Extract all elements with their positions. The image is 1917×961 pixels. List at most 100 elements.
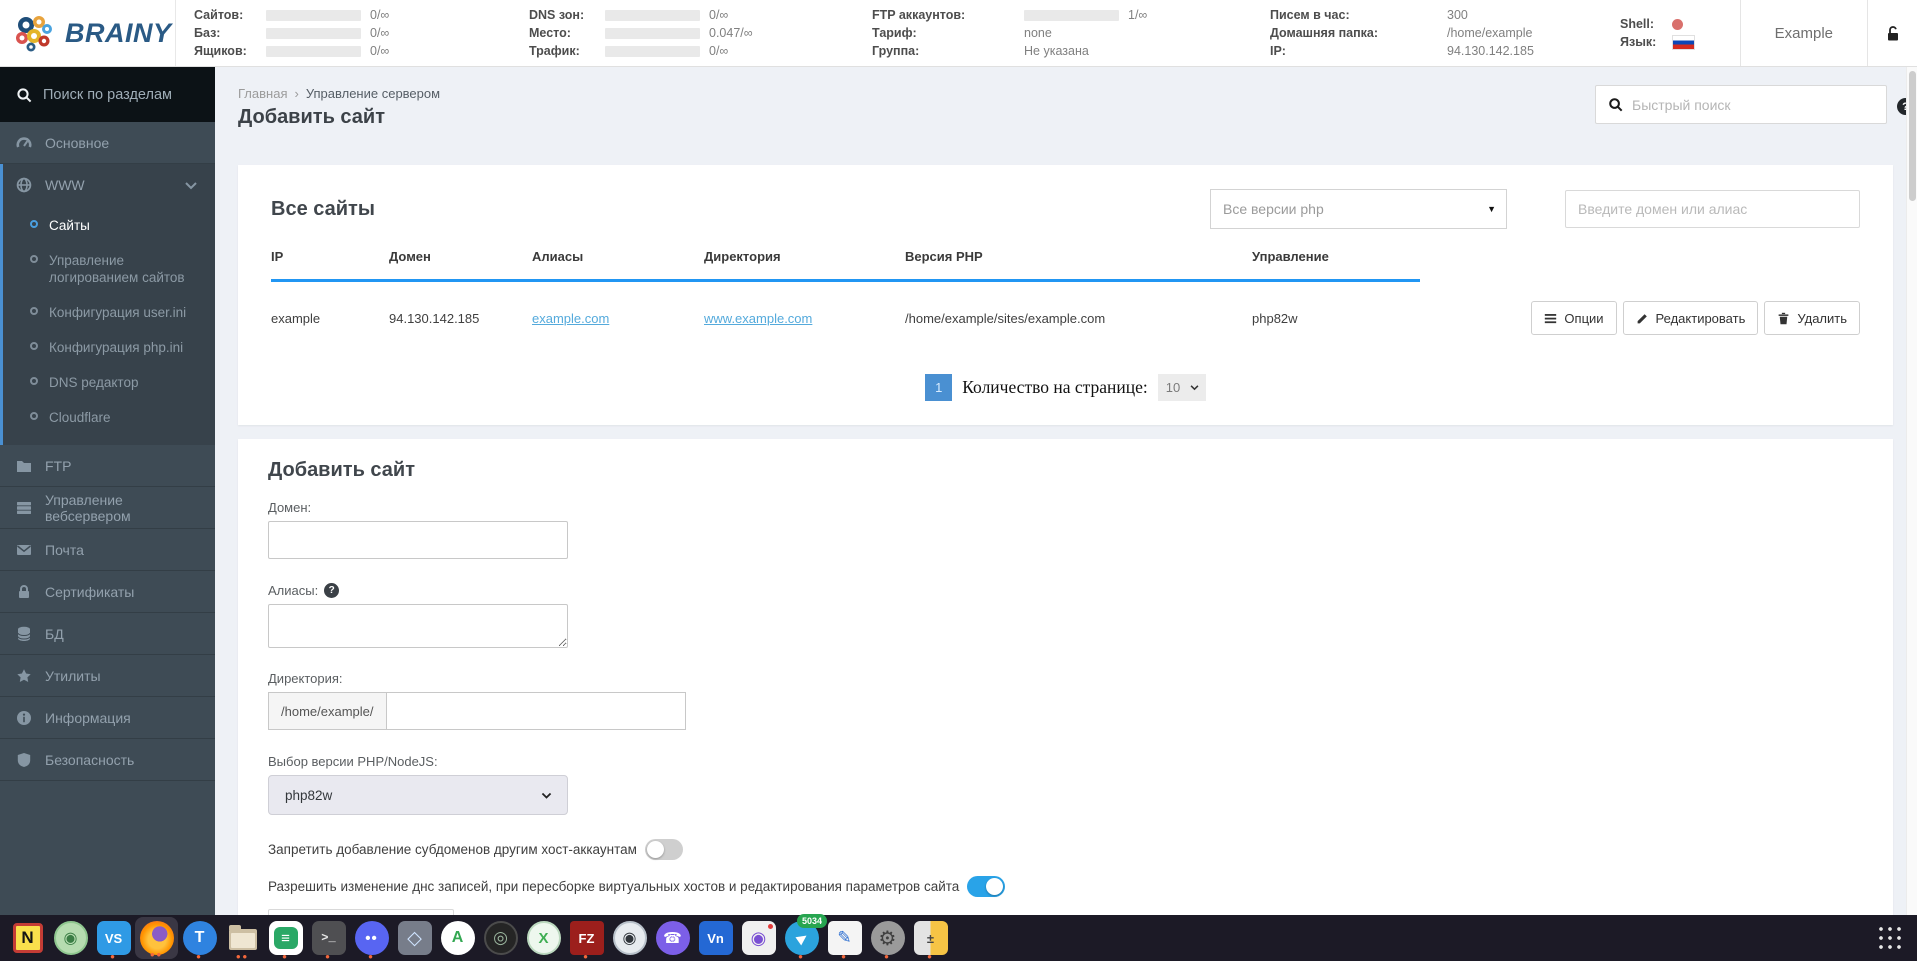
taskbar-webcam-icon[interactable]: ◉ xyxy=(608,915,651,961)
question-icon[interactable]: ? xyxy=(324,583,340,598)
sidebar-item-www[interactable]: WWW xyxy=(3,164,215,206)
page-number-button[interactable]: 1 xyxy=(925,374,953,401)
taskbar-virtualbox-icon[interactable]: ◇ xyxy=(393,915,436,961)
taskbar-calculator-icon[interactable]: ± • xyxy=(909,915,952,961)
sidebar-item-label: Безопасность xyxy=(45,751,135,768)
column-header-php-version: Версия PHP xyxy=(905,249,983,264)
site-www-alias-link[interactable]: www.example.com xyxy=(704,311,812,326)
sidebar-item-webserver[interactable]: Управление вебсервером xyxy=(0,487,215,529)
sidebar-item-databases[interactable]: БД xyxy=(0,613,215,655)
per-page-value: 10 xyxy=(1165,380,1181,395)
running-indicator: • xyxy=(884,949,891,961)
stat-value: Не указана xyxy=(1024,44,1089,58)
delete-button[interactable]: Удалить xyxy=(1764,301,1860,335)
running-indicator: • xyxy=(841,949,848,961)
stat-label: IP: xyxy=(1270,44,1286,58)
taskbar-notes-icon[interactable]: ✎ • xyxy=(823,915,866,961)
stats-col-4: Писем в час: 300 Домашняя папка: /home/exa… xyxy=(1270,8,1620,59)
column-header-aliases: Алиасы xyxy=(532,249,584,264)
sidebar-item-utilities[interactable]: Утилиты xyxy=(0,655,215,697)
directory-input[interactable] xyxy=(385,692,686,730)
sidebar-item-ftp[interactable]: FTP xyxy=(0,445,215,487)
stat-value: 0/∞ xyxy=(709,8,729,22)
running-indicator: •• xyxy=(235,949,250,961)
logout-lock-button[interactable] xyxy=(1867,0,1917,66)
dns-toggle[interactable] xyxy=(967,876,1006,897)
sidebar-item-security[interactable]: Безопасность xyxy=(0,739,215,781)
quick-search-box[interactable] xyxy=(1595,85,1887,124)
column-header-domain: Домен xyxy=(389,249,431,264)
sidebar-item-certificates[interactable]: Сертификаты xyxy=(0,571,215,613)
taskbar-x2go-icon[interactable]: X xyxy=(522,915,565,961)
sidebar-search-input[interactable] xyxy=(43,86,193,103)
logo[interactable]: BRAINY xyxy=(0,0,176,66)
shell-label: Shell: xyxy=(1620,17,1655,31)
taskbar-notepadqq-icon[interactable]: N xyxy=(6,915,49,961)
sidebar-item-main[interactable]: Основное xyxy=(0,122,215,164)
domain-label: Домен: xyxy=(268,500,312,515)
stat-label: Группа: xyxy=(872,44,920,58)
submenu-item-phpini[interactable]: Конфигурация php.ini xyxy=(3,330,215,365)
submenu-item-sites[interactable]: Сайты xyxy=(3,208,215,243)
running-indicator: • xyxy=(798,949,805,961)
subdomains-toggle[interactable] xyxy=(644,839,683,860)
per-page-select[interactable]: 10 xyxy=(1157,374,1206,401)
progress-bar xyxy=(266,9,361,21)
submenu-item-dns-editor[interactable]: DNS редактор xyxy=(3,365,215,400)
lock-icon xyxy=(19,584,29,598)
username[interactable]: Example xyxy=(1739,0,1867,66)
sidebar-item-information[interactable]: Информация xyxy=(0,697,215,739)
site-alias-link[interactable]: example.com xyxy=(532,311,609,326)
taskbar-filezilla-icon[interactable]: FZ • xyxy=(565,915,608,961)
taskbar-viber-icon[interactable]: ☎ xyxy=(651,915,694,961)
progress-bar xyxy=(605,27,700,39)
toggle-knob xyxy=(646,841,664,858)
taskbar-obs-icon[interactable]: ◎ xyxy=(479,915,522,961)
options-button-label: Опции xyxy=(1564,310,1604,326)
database-icon xyxy=(17,626,31,641)
php-version-select[interactable]: php82w xyxy=(268,775,568,815)
scrollbar-track[interactable] xyxy=(1906,67,1917,915)
aliases-textarea[interactable] xyxy=(268,604,568,648)
domain-filter-input[interactable] xyxy=(1565,190,1860,228)
taskbar-discord-icon[interactable]: •• • xyxy=(350,915,393,961)
php-version-filter-select[interactable]: Все версии php ▼ xyxy=(1210,189,1507,229)
options-button[interactable]: Опции xyxy=(1531,301,1617,335)
taskbar-androidstudio-icon[interactable]: A xyxy=(436,915,479,961)
russian-flag-icon[interactable] xyxy=(1672,34,1695,50)
breadcrumb-home[interactable]: Главная xyxy=(238,86,287,101)
sidebar-item-mail[interactable]: Почта xyxy=(0,529,215,571)
user-area: Example xyxy=(1739,0,1917,66)
edit-button[interactable]: Редактировать xyxy=(1622,301,1759,335)
taskbar-anaconda-icon[interactable]: ◉ xyxy=(49,915,92,961)
taskbar-chat-icon[interactable]: ≡ • xyxy=(264,915,307,961)
taskbar-firefox-icon[interactable]: •• xyxy=(135,917,178,961)
quick-search-input[interactable] xyxy=(1632,96,1852,113)
globe-icon xyxy=(16,177,32,193)
taskbar-terminal-icon[interactable]: >_ • xyxy=(307,915,350,961)
bullet-icon xyxy=(30,377,38,385)
app-launcher-grid-icon[interactable] xyxy=(1877,925,1903,951)
domain-input[interactable] xyxy=(268,521,568,559)
taskbar-vnc-icon[interactable]: Vn xyxy=(694,915,737,961)
submenu-item-userini[interactable]: Конфигурация user.ini xyxy=(3,295,215,330)
sites-table: IP Домен Алиасы Директория Версия PHP Уп… xyxy=(271,249,1860,352)
taskbar-settings-icon[interactable]: ⚙ • xyxy=(866,915,909,961)
taskbar-telegram-icon[interactable]: 5034 ▶ • xyxy=(780,914,827,961)
scrollbar-thumb[interactable] xyxy=(1909,71,1916,201)
taskbar-files-icon[interactable]: •• xyxy=(221,915,264,961)
taskbar-vscode-icon[interactable]: VS • xyxy=(92,915,135,961)
taskbar-thunderbird-icon[interactable]: T • xyxy=(178,915,221,961)
main-content: Главная › Управление сервером Добавить сай… xyxy=(215,67,1917,915)
bullet-icon xyxy=(30,412,38,420)
submenu-item-logging[interactable]: Управление логированием сайтов xyxy=(3,243,215,295)
folder-icon xyxy=(17,460,31,472)
sidebar-search[interactable] xyxy=(0,67,215,122)
dns-toggle-label: Разрешить изменение днс записей, при пер… xyxy=(268,879,960,894)
all-sites-card: Все сайты Все версии php ▼ IP Домен Алиа… xyxy=(238,165,1893,425)
stat-label: Баз: xyxy=(194,26,221,40)
breadcrumb-current: Управление сервером xyxy=(305,86,441,101)
submenu-item-cloudflare[interactable]: Cloudflare xyxy=(3,400,215,435)
taskbar-camera-icon[interactable]: ◉ xyxy=(737,915,780,961)
logo-text: BRAINY xyxy=(65,17,172,48)
